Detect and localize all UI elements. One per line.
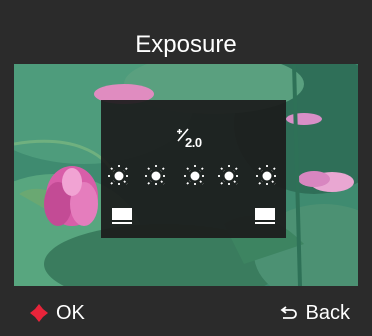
- exposure-panel: 2.0: [101, 100, 286, 238]
- back-arrow-icon: [280, 306, 297, 319]
- ok-label: OK: [56, 302, 85, 324]
- brightness-level-5-icon[interactable]: [255, 164, 279, 188]
- screen-title: Exposure: [135, 31, 237, 58]
- brightness-level-1-icon[interactable]: [107, 164, 131, 188]
- brightness-level-2-icon[interactable]: [144, 164, 168, 188]
- brightness-level-4-icon[interactable]: [217, 164, 241, 188]
- flash-icon: [112, 208, 132, 224]
- ok-button[interactable]: OK: [30, 302, 85, 324]
- title-bar: Exposure: [0, 0, 372, 64]
- back-button[interactable]: Back: [280, 302, 350, 324]
- exposure-value: 2.0: [185, 135, 202, 150]
- flash-icon: [255, 208, 275, 224]
- dpad-icon: [30, 304, 48, 322]
- back-label: Back: [305, 302, 350, 324]
- brightness-level-3-icon[interactable]: [183, 164, 207, 188]
